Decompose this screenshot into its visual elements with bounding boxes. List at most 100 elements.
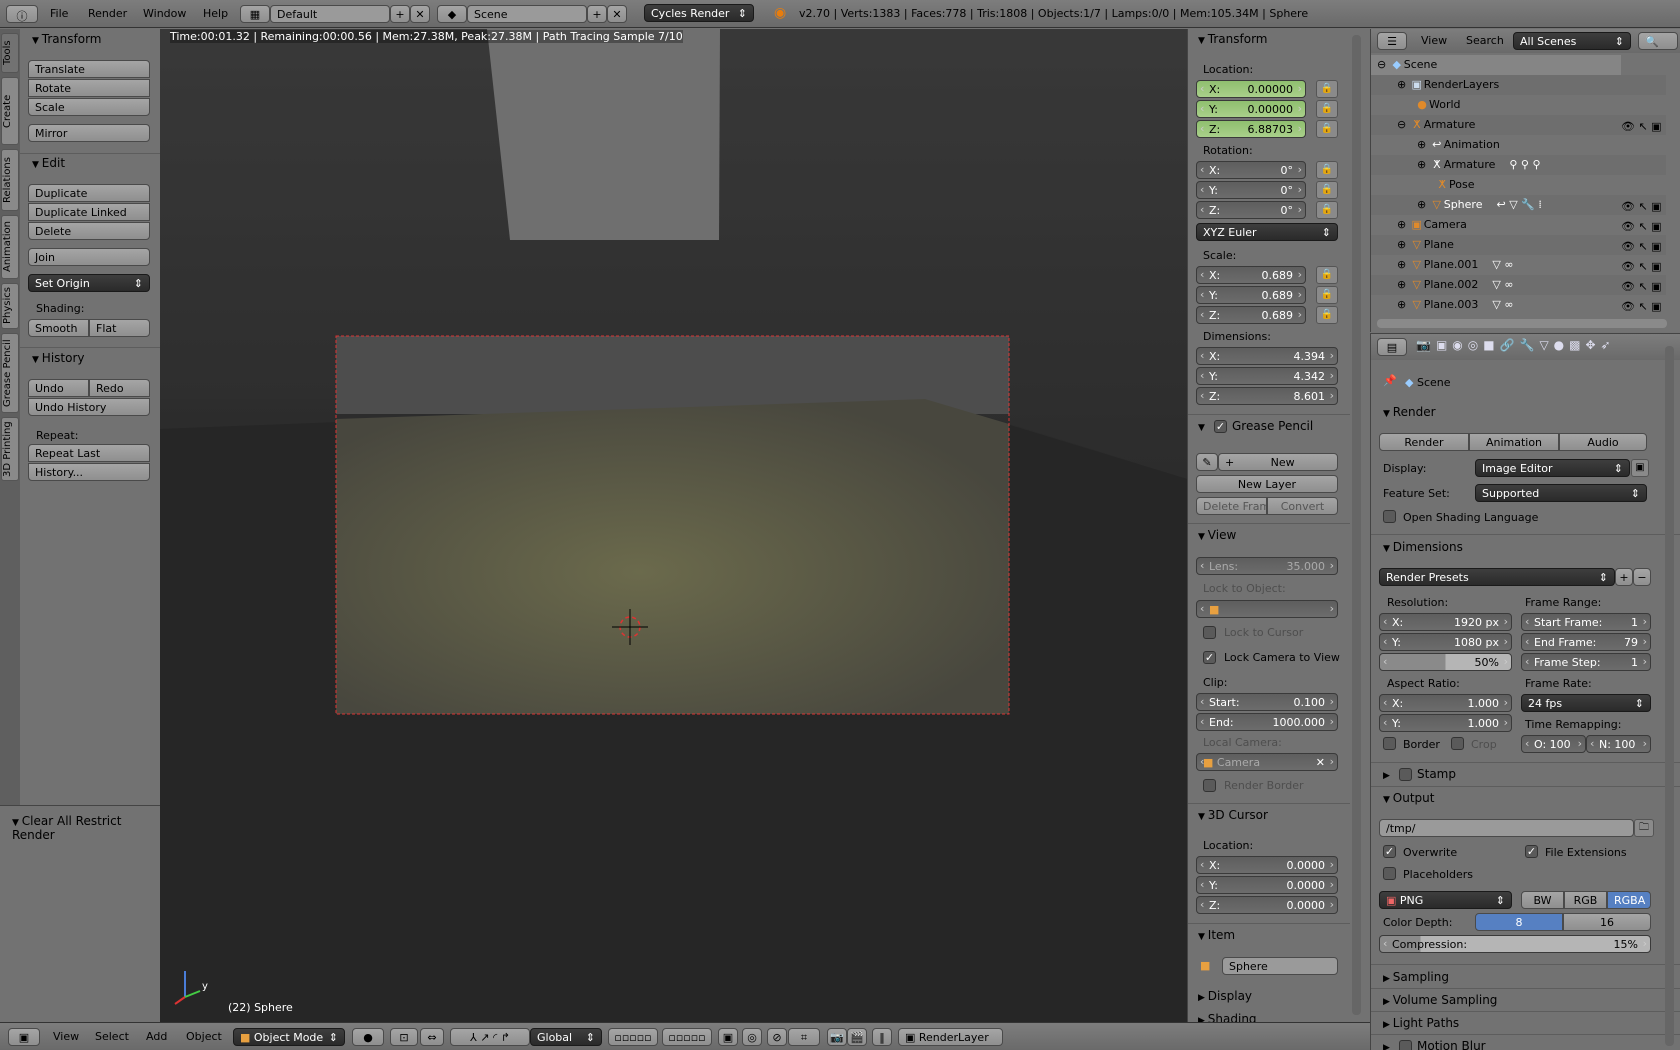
file-extensions-checkbox[interactable]: ✓: [1525, 845, 1538, 858]
frame-rate-select[interactable]: 24 fps ⇕: [1521, 694, 1651, 712]
scale-y-field[interactable]: Y: 0.689: [1196, 286, 1306, 304]
visibility-icons[interactable]: 👁 ↖ ▣: [1621, 117, 1680, 137]
color-depth-8-button[interactable]: 8: [1475, 913, 1563, 931]
rotate-button[interactable]: Rotate: [28, 79, 150, 97]
item-name-field[interactable]: Sphere: [1222, 957, 1338, 975]
color-rgb-button[interactable]: RGB: [1564, 891, 1607, 909]
panel-view[interactable]: View: [1198, 528, 1236, 542]
lock-camera-checkbox[interactable]: ✓: [1203, 651, 1216, 664]
color-depth-16-button[interactable]: 16: [1563, 913, 1651, 931]
location-z-field[interactable]: Z: 6.88703: [1196, 120, 1306, 138]
menu-view[interactable]: View: [53, 1030, 79, 1043]
lock-layers-icon[interactable]: ▣: [718, 1028, 738, 1046]
scale-x-field[interactable]: X: 0.689: [1196, 266, 1306, 284]
cursor-x-field[interactable]: X: 0.0000: [1196, 856, 1338, 874]
feature-set-select[interactable]: Supported ⇕: [1475, 484, 1647, 502]
mirror-button[interactable]: Mirror: [28, 124, 150, 142]
panel-shading[interactable]: Shading: [1198, 1012, 1257, 1022]
cursor-z-field[interactable]: Z: 0.0000: [1196, 896, 1338, 914]
crop-checkbox[interactable]: [1451, 737, 1464, 750]
time-remap-old-field[interactable]: O: 100: [1521, 735, 1586, 753]
rotation-y-field[interactable]: Y: 0°: [1196, 181, 1306, 199]
render-border-checkbox[interactable]: [1203, 779, 1216, 792]
panel-display[interactable]: Display: [1198, 989, 1252, 1003]
resolution-percentage-slider[interactable]: 50%: [1379, 653, 1512, 671]
tab-create[interactable]: Create: [1, 77, 19, 145]
location-y-field[interactable]: Y: 0.00000: [1196, 100, 1306, 118]
rotation-mode-select[interactable]: XYZ Euler ⇕: [1196, 223, 1338, 241]
outliner-row-renderlayers[interactable]: ⊕ ▣ RenderLayers: [1371, 75, 1666, 95]
manipulator-icons[interactable]: ⅄ ↗ ◜ ↱: [450, 1028, 530, 1046]
menu-select[interactable]: Select: [95, 1030, 129, 1043]
opengl-render-icon[interactable]: 📷: [827, 1028, 847, 1046]
delete-layout-button[interactable]: ✕: [410, 5, 430, 23]
visibility-icons[interactable]: 👁 ↖ ▣: [1621, 197, 1680, 217]
layers-group-2[interactable]: ▫▫▫▫▫: [662, 1028, 712, 1046]
audio-button[interactable]: Audio: [1559, 433, 1647, 451]
clip-end-field[interactable]: End: 1000.000: [1196, 713, 1338, 731]
lock-icon[interactable]: 🔒: [1316, 201, 1338, 219]
visibility-icons[interactable]: 👁 ↖ ▣: [1621, 277, 1680, 297]
lock-to-cursor-checkbox[interactable]: [1203, 626, 1216, 639]
lock-icon[interactable]: 🔒: [1316, 120, 1338, 138]
mode-select[interactable]: ■ Object Mode ⇕: [233, 1028, 345, 1046]
editor-type-info-button[interactable]: ⓘ: [6, 5, 38, 23]
render-animation-button[interactable]: Animation: [1469, 433, 1559, 451]
outliner-menu-view[interactable]: View: [1421, 34, 1447, 47]
panel-3d-cursor[interactable]: 3D Cursor: [1198, 808, 1268, 822]
dimensions-z-field[interactable]: Z: 8.601: [1196, 387, 1338, 405]
tab-animation[interactable]: Animation: [1, 215, 19, 279]
snap-icon[interactable]: ⊘: [767, 1028, 787, 1046]
output-path-field[interactable]: /tmp/: [1379, 819, 1634, 837]
remove-preset-button[interactable]: −: [1633, 568, 1651, 586]
tab-tools[interactable]: Tools: [1, 33, 19, 73]
viewport-shading-icon[interactable]: ●: [352, 1028, 384, 1046]
panel-transform[interactable]: Transform: [1198, 32, 1268, 46]
rotation-z-field[interactable]: Z: 0°: [1196, 201, 1306, 219]
panel-sampling[interactable]: Sampling: [1383, 970, 1449, 984]
menu-window[interactable]: Window: [143, 7, 186, 20]
scene-icon[interactable]: ◆: [437, 5, 467, 23]
new-layer-button[interactable]: New Layer: [1196, 475, 1338, 493]
outliner-display-select[interactable]: All Scenes ⇕: [1513, 32, 1631, 50]
snap-element-icon[interactable]: ⌗: [788, 1028, 820, 1046]
color-rgba-button[interactable]: RGBA: [1607, 891, 1651, 909]
panel-volume-sampling[interactable]: Volume Sampling: [1383, 993, 1498, 1007]
compression-slider[interactable]: Compression: 15%: [1379, 935, 1651, 953]
start-frame-field[interactable]: Start Frame: 1: [1521, 613, 1651, 631]
menu-file[interactable]: File: [50, 7, 68, 20]
panel-history[interactable]: History: [32, 351, 85, 365]
panel-stamp[interactable]: [1383, 767, 1390, 781]
grease-pencil-checkbox[interactable]: ✓: [1214, 420, 1227, 433]
menu-help[interactable]: Help: [203, 7, 228, 20]
opengl-animation-icon[interactable]: 🎬: [847, 1028, 867, 1046]
repeat-last-button[interactable]: Repeat Last: [28, 444, 150, 462]
undo-history-button[interactable]: Undo History: [28, 398, 150, 416]
scale-z-field[interactable]: Z: 0.689: [1196, 306, 1306, 324]
redo-button[interactable]: Redo: [89, 379, 150, 397]
layers-group-1[interactable]: ▫▫▫▫▫: [608, 1028, 658, 1046]
lock-icon[interactable]: 🔒: [1316, 286, 1338, 304]
stamp-checkbox[interactable]: [1399, 768, 1412, 781]
file-format-select[interactable]: ▣ PNG ⇕: [1379, 891, 1512, 909]
panel-render[interactable]: Render: [1383, 405, 1436, 419]
delete-button[interactable]: Delete: [28, 222, 150, 240]
resolution-x-field[interactable]: X: 1920 px: [1379, 613, 1512, 631]
lock-icon[interactable]: 🔒: [1316, 80, 1338, 98]
render-layer-field[interactable]: ▣ RenderLayer: [898, 1028, 1003, 1046]
layout-field[interactable]: Default: [270, 5, 390, 23]
time-remap-new-field[interactable]: N: 100: [1586, 735, 1651, 753]
placeholders-checkbox[interactable]: [1383, 867, 1396, 880]
search-icon[interactable]: 🔍: [1638, 32, 1678, 50]
smooth-button[interactable]: Smooth: [28, 319, 89, 337]
render-engine-select[interactable]: Cycles Render ⇕: [644, 4, 754, 22]
panel-light-paths[interactable]: Light Paths: [1383, 1016, 1459, 1030]
pause-render-icon[interactable]: ‖: [872, 1028, 892, 1046]
delete-frame-button[interactable]: Delete Frame: [1196, 497, 1267, 515]
panel-item[interactable]: Item: [1198, 928, 1235, 942]
render-button[interactable]: Render: [1379, 433, 1469, 451]
end-frame-field[interactable]: End Frame: 79: [1521, 633, 1651, 651]
add-preset-button[interactable]: +: [1615, 568, 1633, 586]
resolution-y-field[interactable]: Y: 1080 px: [1379, 633, 1512, 651]
frame-step-field[interactable]: Frame Step: 1: [1521, 653, 1651, 671]
